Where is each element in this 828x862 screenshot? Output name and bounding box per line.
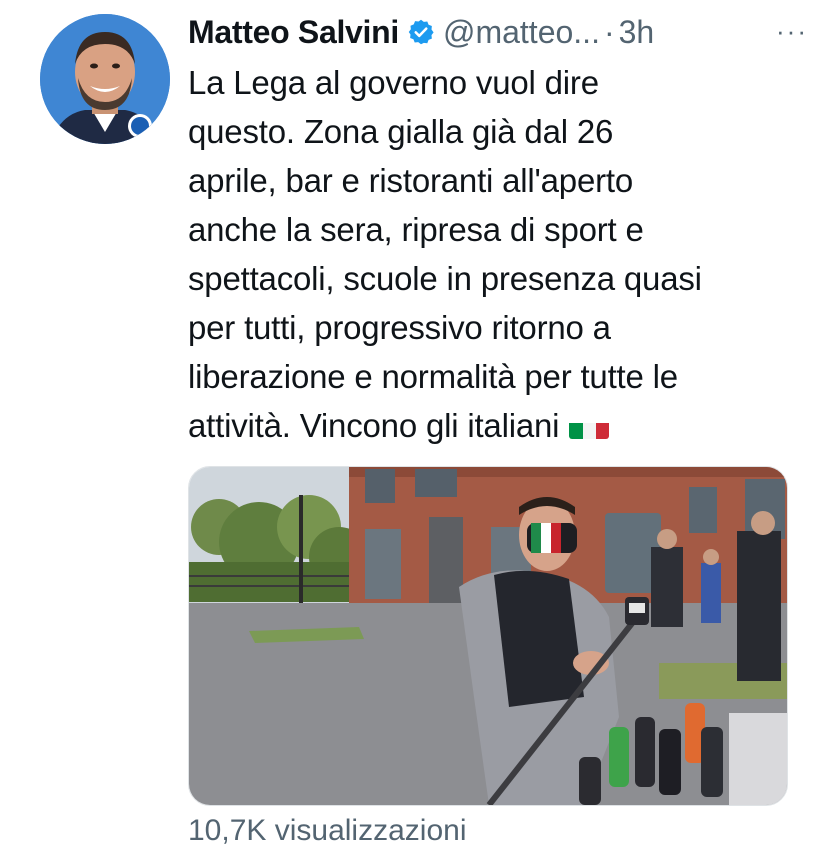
italy-flag-icon (569, 413, 610, 439)
header-separator: · (603, 13, 615, 50)
tweet-text-line: liberazione e normalità per tutte le (188, 358, 678, 395)
tweet-text-line: spettacoli, scuole in presenza quasi (188, 260, 702, 297)
more-options-icon[interactable]: ··· (776, 16, 808, 47)
tweet-text-line: anche la sera, ripresa di sport e (188, 211, 644, 248)
tweet-timestamp[interactable]: 3h (619, 14, 655, 51)
tweet-text-line: La Lega al governo vuol dire (188, 64, 599, 101)
tweet-text-line: questo. Zona gialla già dal 26 (188, 113, 614, 150)
tweet-video-media[interactable] (188, 466, 788, 806)
tweet-text-line: attività. Vincono gli italiani (188, 407, 560, 444)
author-avatar[interactable] (40, 14, 170, 144)
tweet-header: Matteo Salvini @matteo... · 3h ··· (188, 10, 808, 54)
author-handle[interactable]: @matteo... (443, 14, 600, 51)
author-name[interactable]: Matteo Salvini (188, 14, 399, 51)
verified-badge-icon (407, 18, 435, 46)
tweet-text-line: per tutti, progressivo ritorno a (188, 309, 611, 346)
tweet-text: La Lega al governo vuol dire questo. Zon… (188, 58, 808, 450)
view-count: 10,7K visualizzazioni (188, 814, 467, 847)
tweet-text-line: aprile, bar e ristoranti all'aperto (188, 162, 634, 199)
tweet-text-line-last: attività. Vincono gli italiani (188, 401, 808, 450)
